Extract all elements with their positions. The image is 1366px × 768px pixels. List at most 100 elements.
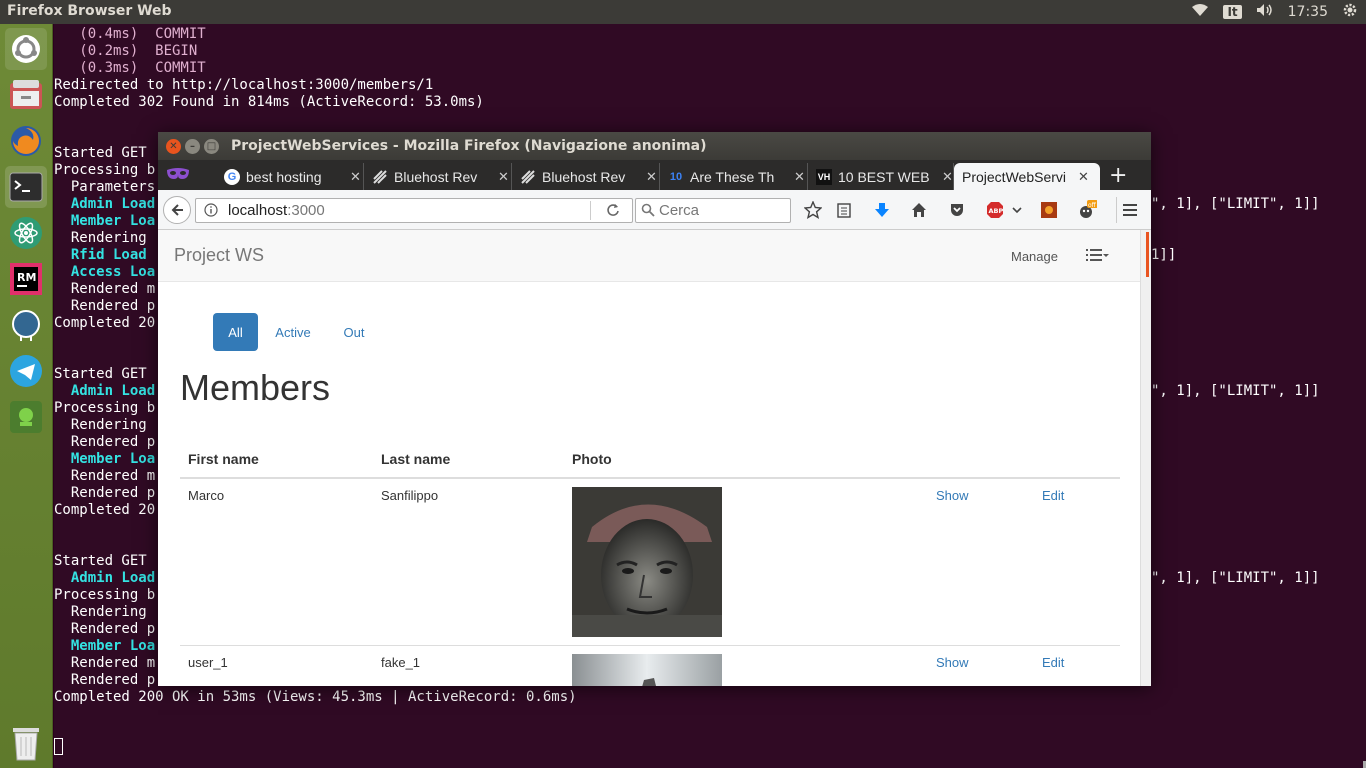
terminal-line: Completed 20 [54, 502, 156, 518]
terminal-line: Rendered p [54, 621, 156, 637]
close-tab-icon[interactable]: ✕ [942, 169, 953, 185]
edit-link[interactable]: Edit [1042, 488, 1064, 503]
svg-text:RM: RM [17, 271, 36, 284]
close-window-button[interactable]: ✕ [166, 139, 181, 154]
tab-label: 10 BEST WEB [838, 168, 930, 185]
terminal-line: Processing b [54, 162, 156, 178]
terminal-line: Rendering [54, 417, 147, 433]
navbar-brand[interactable]: Project WS [174, 245, 264, 266]
url-host: localhost [228, 202, 288, 219]
active-app-title: Firefox Browser Web [7, 3, 172, 19]
close-tab-icon[interactable]: ✕ [350, 169, 361, 185]
url-bar[interactable]: localhost:3000 [195, 198, 633, 223]
page-scrollbar[interactable] [1140, 230, 1151, 686]
cell-first-name: Marco [188, 488, 225, 503]
terminal-line: Rendered m [54, 281, 156, 297]
browser-tab[interactable]: Bluehost Rev ✕ [364, 163, 512, 190]
terminal-icon[interactable] [5, 166, 47, 208]
pocket-icon[interactable] [947, 197, 967, 223]
adblock-plus-icon[interactable]: ABP [984, 197, 1006, 223]
home-icon[interactable] [909, 197, 929, 223]
terminal-line: Completed 20 [54, 315, 156, 331]
tab-label: best hosting [246, 168, 322, 185]
search-placeholder: Cerca [659, 202, 700, 219]
edit-link[interactable]: Edit [1042, 655, 1064, 670]
terminal-line: ", 1], ["LIMIT", 1]] [1151, 570, 1320, 586]
rubymine-icon[interactable]: RM [5, 258, 47, 300]
window-titlebar[interactable]: ✕ – □ ProjectWebServices - Mozilla Firef… [158, 132, 1151, 160]
app-green-icon[interactable] [5, 396, 47, 438]
url-text: localhost:3000 [228, 202, 325, 219]
cell-first-name: user_1 [188, 655, 228, 670]
hamburger-menu-icon[interactable] [1116, 197, 1142, 223]
manage-link[interactable]: Manage [1011, 249, 1058, 264]
downloads-icon[interactable] [872, 197, 892, 223]
firefox-icon[interactable] [5, 120, 47, 162]
show-link[interactable]: Show [936, 488, 969, 503]
keyboard-layout-indicator[interactable]: It [1223, 5, 1242, 19]
ghostery-icon[interactable]: off [1076, 197, 1098, 223]
search-bar[interactable]: Cerca [635, 198, 791, 223]
column-header-first-name: First name [188, 451, 259, 467]
trash-icon[interactable] [7, 722, 45, 762]
member-photo [572, 654, 722, 686]
volume-icon[interactable] [1256, 3, 1274, 21]
info-icon[interactable] [204, 203, 218, 221]
row-divider [180, 645, 1120, 646]
column-header-last-name: Last name [381, 451, 451, 467]
reading-list-icon[interactable] [834, 197, 854, 223]
telegram-icon[interactable] [5, 350, 47, 392]
terminal-line: Rfid Load [54, 247, 147, 263]
terminal-line: Rendering [54, 604, 147, 620]
gear-icon[interactable] [1342, 2, 1358, 22]
terminal-line: Redirected to http://localhost:3000/memb… [54, 77, 434, 93]
pill-out[interactable]: Out [328, 313, 380, 351]
url-port: :3000 [287, 202, 325, 219]
browser-tab[interactable]: VH 10 BEST WEB ✕ [808, 163, 954, 190]
tab-label: Bluehost Rev [542, 168, 626, 185]
clock[interactable]: 17:35 [1288, 4, 1328, 20]
pgadmin-elephant-icon[interactable] [5, 304, 47, 346]
bluehost-icon [520, 169, 536, 185]
files-icon[interactable] [5, 74, 47, 116]
show-link[interactable]: Show [936, 655, 969, 670]
private-browsing-mask-icon [166, 166, 190, 185]
terminal-line: Completed 200 OK in 53ms (Views: 45.3ms … [54, 689, 577, 705]
ubuntu-dash-icon[interactable] [5, 28, 47, 70]
new-tab-button[interactable]: + [1109, 163, 1127, 188]
pill-all[interactable]: All [213, 313, 258, 351]
terminal-line: Processing b [54, 400, 156, 416]
terminal-line: (0.4ms) COMMIT [54, 26, 206, 42]
browser-tab[interactable]: 10 Are These Th ✕ [660, 163, 808, 190]
terminal-line: Access Loa [54, 264, 156, 280]
wifi-icon[interactable] [1191, 3, 1209, 21]
terminal-line: Started GET [54, 145, 147, 161]
chevron-down-icon[interactable] [1010, 197, 1024, 223]
maximize-window-button[interactable]: □ [204, 139, 219, 154]
adblock-label: ABP [989, 207, 1004, 215]
pill-active[interactable]: Active [263, 313, 323, 351]
close-tab-icon[interactable]: ✕ [498, 169, 509, 185]
page-content: Project WS Manage All Active Out Members… [158, 230, 1151, 686]
terminal-line: Parameters [54, 179, 156, 195]
close-tab-icon[interactable]: ✕ [794, 169, 805, 185]
terminal-line: ", 1], ["LIMIT", 1]] [1151, 196, 1320, 212]
scroll-indicator [1146, 232, 1149, 277]
atom-editor-icon[interactable] [5, 212, 47, 254]
reload-icon[interactable] [606, 203, 620, 221]
back-button[interactable] [163, 196, 191, 224]
extension-sun-icon[interactable] [1039, 197, 1059, 223]
close-tab-icon[interactable]: ✕ [646, 169, 657, 185]
close-tab-icon[interactable]: ✕ [1078, 169, 1089, 185]
browser-tab-active[interactable]: ProjectWebServi ✕ [954, 163, 1100, 190]
browser-tab[interactable]: Bluehost Rev ✕ [512, 163, 660, 190]
terminal-cursor [54, 738, 63, 755]
browser-tab[interactable]: G best hosting ✕ [216, 163, 364, 190]
list-menu-icon[interactable] [1086, 248, 1110, 264]
terminal-line: Completed 302 Found in 814ms (ActiveReco… [54, 94, 484, 110]
cell-last-name: Sanfilippo [381, 488, 439, 503]
bookmark-star-icon[interactable] [803, 197, 823, 223]
terminal-line: Rendered m [54, 655, 156, 671]
terminal-line: Rendered p [54, 434, 156, 450]
minimize-window-button[interactable]: – [185, 139, 200, 154]
